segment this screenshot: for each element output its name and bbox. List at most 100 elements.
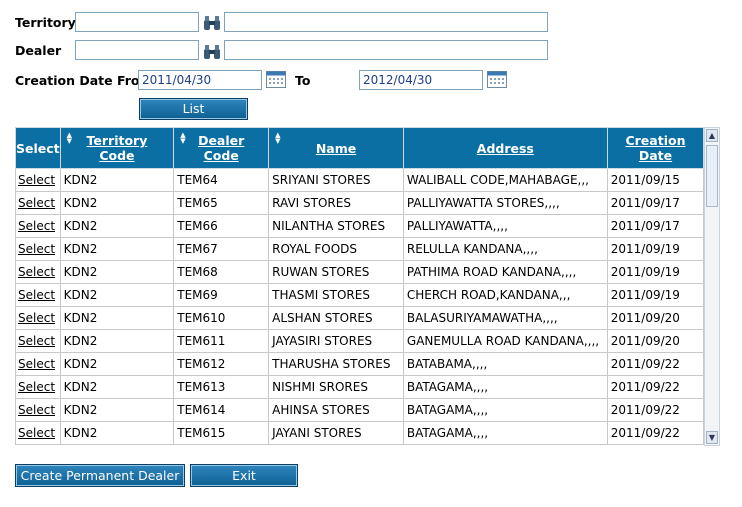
territory-code-cell: KDN2 <box>59 260 175 284</box>
name-cell: NISHMI SRORES <box>268 375 404 399</box>
dealer-code-cell: TEM614 <box>173 398 270 422</box>
select-link[interactable]: Select <box>15 237 61 261</box>
binoculars-icon[interactable] <box>203 15 221 31</box>
territory-label: Territory <box>15 15 76 30</box>
create-permanent-dealer-button[interactable]: Create Permanent Dealer <box>15 464 185 487</box>
select-link[interactable]: Select <box>15 214 61 238</box>
table-row: Select KDN2 TEM615 JAYANI STORES BATAGAMA,,,… <box>15 421 720 445</box>
territory-code-cell: KDN2 <box>59 168 175 192</box>
exit-button[interactable]: Exit <box>190 464 298 487</box>
calendar-icon[interactable] <box>266 71 286 88</box>
dealer-code-cell: TEM65 <box>173 191 270 215</box>
binoculars-icon[interactable] <box>203 44 221 60</box>
name-cell: ALSHAN STORES <box>268 306 404 330</box>
territory-code-cell: KDN2 <box>59 398 175 422</box>
select-link[interactable]: Select <box>15 283 61 307</box>
header-line[interactable]: Dealer <box>198 133 244 148</box>
select-link[interactable]: Select <box>15 168 61 192</box>
name-cell: JAYASIRI STORES <box>268 329 404 353</box>
dealer-code-cell: TEM611 <box>173 329 270 353</box>
name-cell: ROYAL FOODS <box>268 237 404 261</box>
scroll-up-icon[interactable]: ▲ <box>706 129 718 142</box>
header-line[interactable]: Date <box>639 148 672 163</box>
select-link[interactable]: Select <box>15 352 61 376</box>
sort-icon[interactable]: ▲ ▼ <box>67 132 72 145</box>
header-line[interactable]: Code <box>99 148 134 163</box>
sort-icon[interactable]: ▲ ▼ <box>275 132 280 145</box>
name-cell: AHINSA STORES <box>268 398 404 422</box>
name-header-label[interactable]: Name <box>316 141 356 156</box>
name-cell: JAYANI STORES <box>268 421 404 445</box>
territory-code-cell: KDN2 <box>59 421 175 445</box>
creation-date-column-header[interactable]: Creation Date <box>606 127 705 169</box>
address-cell: PALLIYAWATTA STORES,,,, <box>402 191 608 215</box>
territory-name-input[interactable] <box>224 12 548 32</box>
select-link[interactable]: Select <box>15 260 61 284</box>
dealer-code-cell: TEM612 <box>173 352 270 376</box>
territory-code-cell: KDN2 <box>59 352 175 376</box>
name-cell: THASMI STORES <box>268 283 404 307</box>
calendar-icon[interactable] <box>487 71 507 88</box>
territory-code-cell: KDN2 <box>59 214 175 238</box>
creation-date-cell: 2011/09/15 <box>606 168 705 192</box>
creation-date-cell: 2011/09/19 <box>606 283 705 307</box>
creation-date-cell: 2011/09/22 <box>606 421 705 445</box>
name-cell: NILANTHA STORES <box>268 214 404 238</box>
table-row: Select KDN2 TEM611 JAYASIRI STORES GANEMULLA… <box>15 329 720 353</box>
vertical-scrollbar[interactable]: ▲ ▼ <box>704 127 720 446</box>
dealer-label: Dealer <box>15 43 62 58</box>
list-button[interactable]: List <box>139 98 248 120</box>
territory-code-header-label[interactable]: Territory Code <box>87 133 148 163</box>
dealer-table: Select ▲ ▼ Territory Code ▲ ▼ Dealer Code ▲ ▼… <box>15 127 720 445</box>
address-header-label[interactable]: Address <box>477 141 534 156</box>
address-cell: PATHIMA ROAD KANDANA,,,, <box>402 260 608 284</box>
address-cell: GANEMULLA ROAD KANDANA,,,, <box>402 329 608 353</box>
select-link[interactable]: Select <box>15 191 61 215</box>
scroll-thumb[interactable] <box>706 145 718 207</box>
dealer-code-cell: TEM68 <box>173 260 270 284</box>
header-line[interactable]: Territory <box>87 133 148 148</box>
address-cell: PALLIYAWATTA,,,, <box>402 214 608 238</box>
dealer-code-cell: TEM615 <box>173 421 270 445</box>
select-header-label: Select <box>16 140 60 156</box>
dealer-code-cell: TEM67 <box>173 237 270 261</box>
creation-date-cell: 2011/09/17 <box>606 191 705 215</box>
creation-date-cell: 2011/09/19 <box>606 237 705 261</box>
dealer-name-input[interactable] <box>224 40 548 60</box>
table-row: Select KDN2 TEM65 RAVI STORES PALLIYAWATTA S… <box>15 191 720 215</box>
creation-date-cell: 2011/09/22 <box>606 398 705 422</box>
select-link[interactable]: Select <box>15 329 61 353</box>
sort-icon[interactable]: ▲ ▼ <box>180 132 185 145</box>
select-link[interactable]: Select <box>15 421 61 445</box>
name-cell: RUWAN STORES <box>268 260 404 284</box>
address-cell: BATAGAMA,,,, <box>402 421 608 445</box>
territory-code-cell: KDN2 <box>59 283 175 307</box>
territory-code-cell: KDN2 <box>59 375 175 399</box>
creation-date-cell: 2011/09/20 <box>606 306 705 330</box>
date-to-input[interactable]: 2012/04/30 <box>359 70 483 90</box>
territory-code-cell: KDN2 <box>59 237 175 261</box>
select-column-header: Select <box>15 127 61 169</box>
select-link[interactable]: Select <box>15 375 61 399</box>
select-link[interactable]: Select <box>15 306 61 330</box>
territory-code-cell: KDN2 <box>59 306 175 330</box>
header-line[interactable]: Creation <box>625 133 685 148</box>
name-column-header[interactable]: ▲ ▼ Name <box>268 127 404 169</box>
date-from-input[interactable]: 2011/04/30 <box>138 70 262 90</box>
address-column-header[interactable]: Address <box>402 127 608 169</box>
creation-date-cell: 2011/09/22 <box>606 352 705 376</box>
territory-code-column-header[interactable]: ▲ ▼ Territory Code <box>59 127 175 169</box>
dealer-code-column-header[interactable]: ▲ ▼ Dealer Code <box>173 127 270 169</box>
territory-code-input[interactable] <box>75 12 199 32</box>
dealer-code-cell: TEM69 <box>173 283 270 307</box>
select-link[interactable]: Select <box>15 398 61 422</box>
scroll-down-icon[interactable]: ▼ <box>706 431 718 444</box>
creation-date-from-label: Creation Date From <box>15 73 153 88</box>
dealer-code-cell: TEM66 <box>173 214 270 238</box>
dealer-code-cell: TEM610 <box>173 306 270 330</box>
creation-date-header-label[interactable]: Creation Date <box>625 133 685 163</box>
dealer-code-input[interactable] <box>75 40 199 60</box>
header-line[interactable]: Code <box>204 148 239 163</box>
table-row: Select KDN2 TEM613 NISHMI SRORES BATAGAMA,,,… <box>15 375 720 399</box>
dealer-code-header-label[interactable]: Dealer Code <box>198 133 244 163</box>
